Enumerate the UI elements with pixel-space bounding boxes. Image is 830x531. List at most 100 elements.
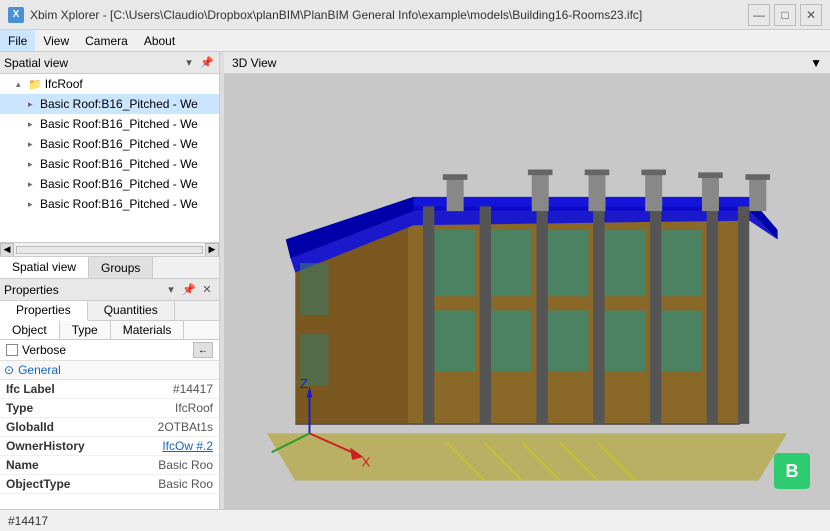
building-3d-svg: Z X [224,74,830,509]
spatial-panel-controls: ▾ 📌 [181,55,215,71]
prop-row-objecttype: ObjectType Basic Roo [0,475,219,494]
spatial-panel: Spatial view ▾ 📌 ▴ 📁 IfcRoof [0,52,219,279]
view-header: 3D View ▼ [224,52,830,74]
properties-scroll[interactable]: ⊙ General Ifc Label #14417 Type IfcRoof [0,361,219,509]
toggle-icon-1: ▸ [28,99,40,110]
tree-container[interactable]: ▴ 📁 IfcRoof ▸ Basic Roof:B16_Pitched - W… [0,74,219,242]
prop-key-type: Type [0,399,91,418]
toggle-icon-5: ▸ [28,179,40,190]
prop-row-globalid: GlobalId 2OTBAt1s [0,418,219,437]
toggle-icon: ▴ [16,79,28,90]
prop-key-objecttype: ObjectType [0,475,91,494]
properties-table: Ifc Label #14417 Type IfcRoof GlobalId 2… [0,380,219,494]
scroll-track-h[interactable] [16,246,203,254]
view-3d-title: 3D View [232,56,276,70]
tree-child-4[interactable]: ▸ Basic Roof:B16_Pitched - We [0,154,219,174]
general-section-header[interactable]: ⊙ General [0,361,219,380]
view-dropdown-icon[interactable]: ▼ [810,56,822,70]
prop-row-name: Name Basic Roo [0,456,219,475]
prop-row-type: Type IfcRoof [0,399,219,418]
properties-dock-button[interactable]: 📌 [181,282,197,298]
tree-child-label-2: Basic Roof:B16_Pitched - We [40,117,198,131]
menu-view[interactable]: View [35,30,77,51]
window-title: Xbim Xplorer - [C:\Users\Claudio\Dropbox… [30,8,642,22]
tab-properties[interactable]: Properties [0,301,88,321]
svg-text:X: X [362,454,371,469]
prop-val-objecttype: Basic Roo [91,475,219,494]
tab-spatial-view[interactable]: Spatial view [0,257,89,279]
tree-child-label-6: Basic Roof:B16_Pitched - We [40,197,198,211]
tree-child-5[interactable]: ▸ Basic Roof:B16_Pitched - We [0,174,219,194]
right-panel: 3D View ▼ [224,52,830,509]
properties-pin-button[interactable]: ▾ [163,282,179,298]
tree-child-3[interactable]: ▸ Basic Roof:B16_Pitched - We [0,134,219,154]
view-3d-content[interactable]: Z X B [224,74,830,509]
prop-row-ifc-label: Ifc Label #14417 [0,380,219,399]
toggle-icon-2: ▸ [28,119,40,130]
menu-bar: File View Camera About [0,30,830,52]
status-bar: #14417 [0,509,830,531]
close-button[interactable]: ✕ [800,4,822,26]
left-panel: Spatial view ▾ 📌 ▴ 📁 IfcRoof [0,52,220,509]
tree-child-6[interactable]: ▸ Basic Roof:B16_Pitched - We [0,194,219,214]
tree-child-2[interactable]: ▸ Basic Roof:B16_Pitched - We [0,114,219,134]
menu-about[interactable]: About [136,30,183,51]
prop-val-type: IfcRoof [91,399,219,418]
verbose-label: Verbose [22,343,66,357]
tree-child-label-3: Basic Roof:B16_Pitched - We [40,137,198,151]
spatial-dock-button[interactable]: 📌 [199,55,215,71]
tree-scrollbar[interactable]: ◀ ▶ [0,242,219,256]
main-layout: Spatial view ▾ 📌 ▴ 📁 IfcRoof [0,52,830,509]
properties-close-button[interactable]: ✕ [199,282,215,298]
scroll-right-arrow[interactable]: ▶ [205,243,219,257]
collapse-icon: ⊙ [4,363,14,377]
minimize-button[interactable]: — [748,4,770,26]
properties-controls: ▾ 📌 ✕ [163,282,215,298]
prop-val-ownerhistory: IfcOw #.2 [91,437,219,456]
folder-icon: 📁 [28,78,42,91]
spatial-panel-title: Spatial view [4,56,68,70]
toggle-icon-6: ▸ [28,199,40,210]
menu-file[interactable]: File [0,30,35,51]
spatial-pin-button[interactable]: ▾ [181,55,197,71]
prop-key-globalid: GlobalId [0,418,91,437]
tree-child-1[interactable]: ▸ Basic Roof:B16_Pitched - We [0,94,219,114]
verbose-row: Verbose ← [0,340,219,361]
properties-panel: Properties ▾ 📌 ✕ Properties Quantities O… [0,279,219,509]
general-section-label: General [18,363,61,377]
prop-key-ifc-label: Ifc Label [0,380,91,399]
prop-val-globalid: 2OTBAt1s [91,418,219,437]
tree-child-label-5: Basic Roof:B16_Pitched - We [40,177,198,191]
toggle-icon-4: ▸ [28,159,40,170]
tab-groups[interactable]: Groups [89,257,153,278]
prop-val-ifc-label: #14417 [91,380,219,399]
prop-val-name: Basic Roo [91,456,219,475]
window-controls: — □ ✕ [748,4,822,26]
tree-child-label-4: Basic Roof:B16_Pitched - We [40,157,198,171]
toggle-icon-3: ▸ [28,139,40,150]
menu-camera[interactable]: Camera [77,30,136,51]
object-tabs: Object Type Materials [0,321,219,340]
tab-materials[interactable]: Materials [111,321,185,339]
tree-root-item[interactable]: ▴ 📁 IfcRoof [0,74,219,94]
maximize-button[interactable]: □ [774,4,796,26]
prop-key-ownerhistory: OwnerHistory [0,437,91,456]
properties-tabs: Properties Quantities [0,301,219,321]
app-icon: X [8,7,24,23]
tree-root-label: IfcRoof [45,77,83,91]
properties-header: Properties ▾ 📌 ✕ [0,279,219,301]
scroll-left-arrow[interactable]: ◀ [0,243,14,257]
logo-badge: B [774,453,810,489]
prop-row-ownerhistory: OwnerHistory IfcOw #.2 [0,437,219,456]
properties-title: Properties [4,283,59,297]
verbose-checkbox[interactable] [6,344,18,356]
tab-object[interactable]: Object [0,321,60,339]
back-button[interactable]: ← [193,342,213,358]
tree-child-label-1: Basic Roof:B16_Pitched - We [40,97,198,111]
spatial-tabs: Spatial view Groups [0,256,219,278]
svg-text:Z: Z [300,376,308,391]
title-bar: X Xbim Xplorer - [C:\Users\Claudio\Dropb… [0,0,830,30]
tab-quantities[interactable]: Quantities [88,301,175,320]
tab-type[interactable]: Type [60,321,111,339]
spatial-panel-header: Spatial view ▾ 📌 [0,52,219,74]
